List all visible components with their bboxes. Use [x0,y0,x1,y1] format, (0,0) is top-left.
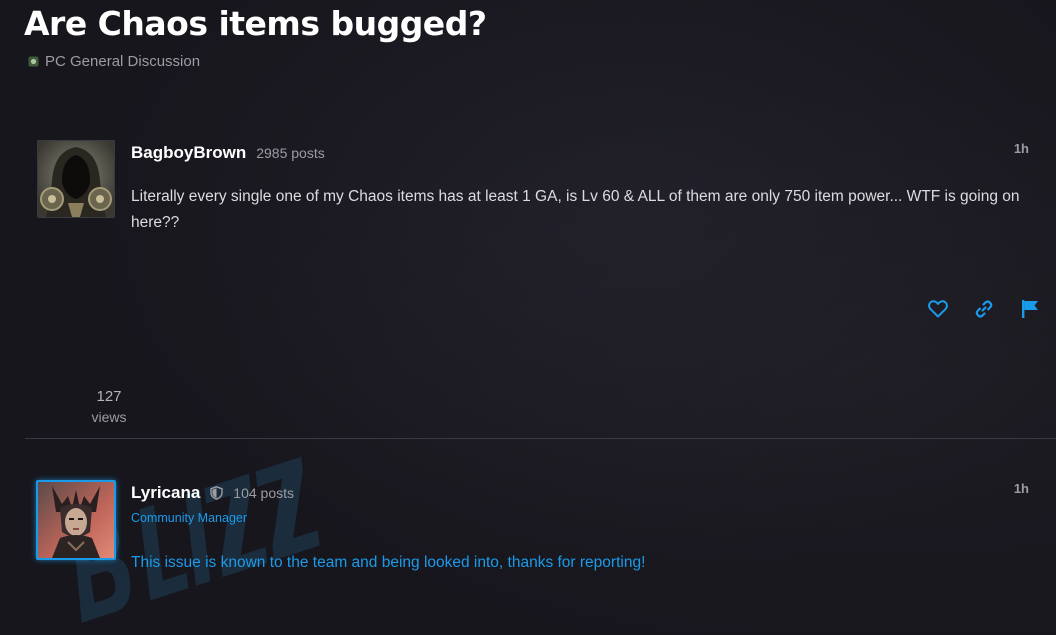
author-role-badge: Community Manager [131,511,248,525]
post-actions [928,299,1040,319]
share-link-button[interactable] [974,299,994,319]
avatar-image [38,141,114,217]
post-timestamp[interactable]: 1h [1014,481,1029,496]
link-icon [975,300,993,318]
author-name[interactable]: BagboyBrown [131,143,246,163]
post-divider [25,438,1056,439]
shield-icon [210,486,223,500]
post-timestamp[interactable]: 1h [1014,141,1029,156]
avatar[interactable] [37,140,115,218]
category-link[interactable]: PC General Discussion [28,53,200,70]
category-icon [28,56,39,67]
post-body: Literally every single one of my Chaos i… [131,188,1020,231]
category-label: PC General Discussion [45,53,201,70]
like-button[interactable] [928,299,948,319]
avatar-image [38,482,114,558]
author-name[interactable]: Lyricana [131,483,200,503]
post-body: This issue is known to the team and bein… [131,554,646,571]
author-post-count: 2985 posts [256,145,325,161]
views-count: 127 [96,388,122,405]
views-stat: 127 views [84,388,134,428]
page-title: Are Chaos items bugged? [24,4,487,43]
author-post-count: 104 posts [233,485,295,501]
background [0,0,1056,633]
views-label: views [91,409,127,425]
avatar[interactable] [36,480,116,560]
post-author: Lyricana 104 posts [131,483,294,503]
post-author: BagboyBrown 2985 posts [131,143,325,163]
heart-icon [928,300,948,318]
flag-button[interactable] [1020,299,1040,319]
flag-icon [1022,300,1038,318]
